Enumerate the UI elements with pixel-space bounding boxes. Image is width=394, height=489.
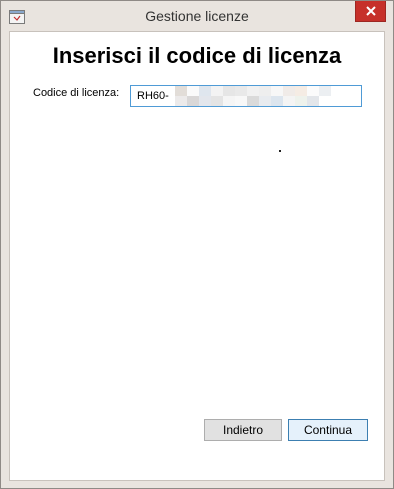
page-heading: Inserisci il codice di licenza [52, 43, 342, 68]
close-button[interactable] [355, 1, 386, 22]
close-icon [365, 6, 376, 16]
license-code-label: Codice di licenza: [33, 87, 120, 99]
license-code-value: RH60- [137, 90, 169, 102]
dialog-content: Inserisci il codice di licenza Codice di… [9, 31, 385, 481]
stray-dot [279, 150, 281, 152]
license-code-input[interactable]: RH60- [130, 85, 362, 107]
title-bar: Gestione licenze [1, 1, 393, 31]
back-button[interactable]: Indietro [204, 419, 282, 441]
redacted-license-mosaic [175, 86, 331, 106]
window-title: Gestione licenze [145, 8, 249, 24]
continue-button[interactable]: Continua [288, 419, 368, 441]
license-dialog-window: Gestione licenze Inserisci il codice di … [0, 0, 394, 489]
